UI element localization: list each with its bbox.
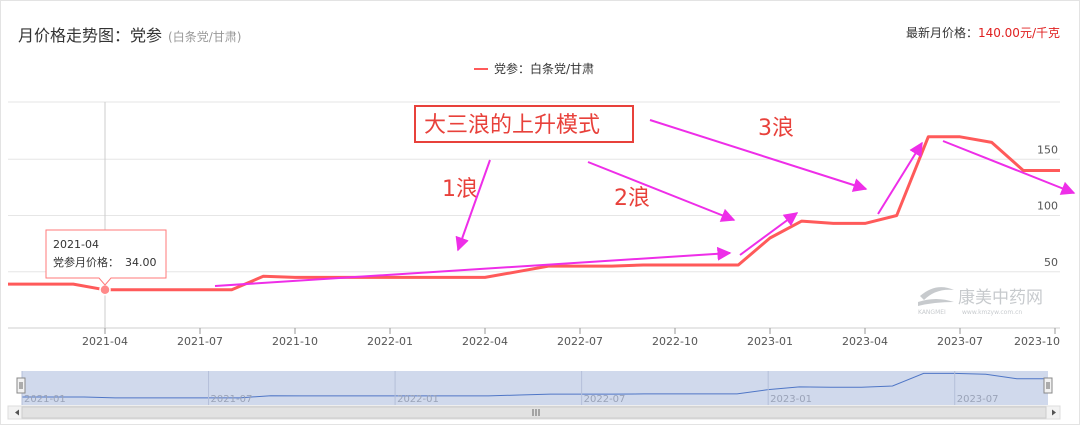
y-axis: 50 100 150	[1037, 143, 1058, 269]
navigator-tick-label: 2021-01	[24, 394, 66, 405]
navigator-handle-left[interactable]	[16, 377, 26, 394]
navigator-tick-label: 2022-07	[584, 394, 626, 405]
navigator-selection[interactable]	[22, 371, 1048, 405]
x-tick-label: 2021-07	[177, 335, 223, 348]
wave2-label: 2浪	[614, 186, 650, 211]
x-tick-label: 2022-07	[557, 335, 603, 348]
scrollbar[interactable]	[7, 405, 1061, 420]
x-tick-label: 2023-10	[1014, 335, 1060, 348]
data-point	[673, 263, 677, 267]
arrow-wave2	[587, 161, 736, 222]
x-tick-label: 2023-07	[937, 335, 983, 348]
data-point	[958, 135, 962, 139]
watermark-en: KANGMEI	[918, 309, 946, 316]
data-point	[831, 221, 835, 225]
x-tick-label: 2022-04	[462, 335, 508, 348]
scrollbar-thumb[interactable]	[21, 406, 1047, 419]
data-point	[420, 275, 424, 279]
annotation-box-text: 大三浪的上升模式	[424, 113, 600, 138]
data-point	[198, 288, 202, 292]
navigator-tick-label: 2023-07	[957, 394, 999, 405]
arrow-trend-1	[214, 246, 732, 287]
y-tick-label: 100	[1037, 200, 1058, 213]
data-point	[926, 135, 930, 139]
navigator-tick-label: 2021-07	[211, 394, 253, 405]
watermark-logo-icon	[918, 287, 954, 306]
tooltip-date: 2021-04	[53, 238, 99, 251]
x-tick-label: 2023-01	[747, 335, 793, 348]
hover-point[interactable]	[99, 284, 111, 296]
wave1-label: 1浪	[442, 177, 478, 202]
data-point	[736, 263, 740, 267]
x-tick-label: 2022-10	[652, 335, 698, 348]
navigator-tick-label: 2023-01	[770, 394, 812, 405]
data-point	[515, 270, 519, 274]
data-point	[800, 219, 804, 223]
navigator-tick-label: 2022-01	[397, 394, 439, 405]
data-point	[990, 140, 994, 144]
wave-annotations: 大三浪的上升模式 1浪 2浪 3浪	[214, 105, 1076, 287]
data-point	[641, 263, 645, 267]
x-tick-label: 2022-01	[367, 335, 413, 348]
navigator-handle-right[interactable]	[1043, 377, 1053, 394]
arrow-wave1	[455, 159, 491, 252]
data-point	[451, 275, 455, 279]
y-tick-label: 150	[1037, 143, 1058, 156]
arrow-rise-1	[739, 212, 799, 256]
price-chart[interactable]: 2021-04 2021-07 2021-10 2022-01 2022-04 2022-…	[0, 0, 1080, 425]
navigator[interactable]: 2021-01 2021-07 2022-01 2022-07 2023-01 2023-…	[16, 371, 1053, 405]
data-point	[578, 264, 582, 268]
data-point	[483, 275, 487, 279]
data-point	[863, 221, 867, 225]
tooltip-label: 党参月价格：	[53, 255, 119, 269]
data-point	[166, 288, 170, 292]
tooltip: 2021-04 党参月价格： 34.00	[45, 229, 167, 286]
wave3-label: 3浪	[758, 116, 794, 141]
data-point	[895, 214, 899, 218]
x-tick-label: 2021-04	[82, 335, 128, 348]
x-tick-label: 2021-10	[272, 335, 318, 348]
tooltip-value: 34.00	[125, 256, 157, 269]
watermark-cn: 康美中药网	[958, 288, 1043, 308]
watermark: 康美中药网 KANGMEI www.kmzyw.com.cn	[918, 287, 1043, 316]
data-point	[388, 275, 392, 279]
x-axis: 2021-04 2021-07 2021-10 2022-01 2022-04 2022-…	[82, 328, 1060, 348]
data-point	[261, 274, 265, 278]
data-point	[768, 236, 772, 240]
x-tick-label: 2023-04	[842, 335, 888, 348]
data-point	[293, 275, 297, 279]
y-tick-label: 50	[1044, 256, 1058, 269]
data-point	[8, 282, 12, 286]
data-point	[610, 264, 614, 268]
data-point	[71, 282, 75, 286]
watermark-url: www.kmzyw.com.cn	[962, 309, 1022, 316]
data-point	[705, 263, 709, 267]
data-point	[40, 282, 44, 286]
data-point	[230, 288, 234, 292]
data-point	[1053, 169, 1057, 173]
data-point	[135, 288, 139, 292]
